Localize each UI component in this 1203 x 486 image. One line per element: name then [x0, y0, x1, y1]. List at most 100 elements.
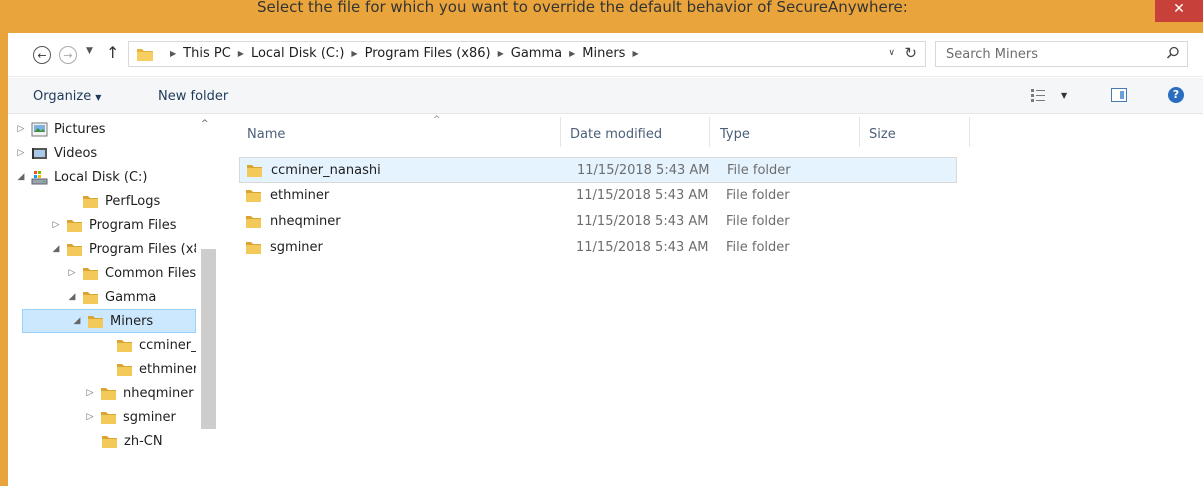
tree-item[interactable]: ▷ Pictures	[15, 117, 106, 141]
collapse-arrow-icon[interactable]: ◢	[66, 292, 78, 302]
recent-locations-button[interactable]: ▼	[86, 46, 93, 56]
back-button[interactable]: ←	[33, 46, 51, 64]
tree-item-label: Program Files (x86)	[89, 241, 196, 257]
expand-arrow-icon[interactable]: ▷	[66, 268, 78, 278]
chevron-right-icon[interactable]: ▶	[498, 49, 504, 58]
file-type: File folder	[726, 240, 790, 255]
folder-icon	[67, 219, 82, 232]
column-divider[interactable]	[560, 117, 561, 147]
refresh-button[interactable]: ↻	[904, 44, 917, 62]
navigation-pane: ▷ Pictures ▷ Videos ◢ Local Disk (C:) PerfLogs…	[8, 115, 216, 486]
search-icon[interactable]	[1165, 45, 1181, 61]
dialog-title: Select the file for which you want to ov…	[257, 0, 908, 16]
tree-item[interactable]: ▷ nheqminer	[84, 381, 194, 405]
column-header-size[interactable]: Size	[869, 122, 896, 146]
chevron-right-icon[interactable]: ▶	[351, 49, 357, 58]
tree-item[interactable]: ◢ Local Disk (C:)	[15, 165, 148, 189]
file-row[interactable]: sgminer 11/15/2018 5:43 AM File folder	[239, 235, 957, 261]
address-bar[interactable]: ▶ This PC ▶ Local Disk (C:) ▶ Program Fi…	[128, 41, 926, 67]
dialog-title-bar: Select the file for which you want to ov…	[0, 0, 1203, 33]
file-list: ^ Name Date modified Type Size ccminer_n…	[217, 115, 1203, 486]
folder-icon	[67, 243, 82, 256]
expand-arrow-icon[interactable]: ▷	[50, 220, 62, 230]
view-dropdown-button[interactable]: ▼	[1061, 91, 1067, 100]
tree-item[interactable]: ccminer_nanashi	[116, 333, 196, 357]
tree-item[interactable]: PerfLogs	[82, 189, 160, 213]
folder-icon	[246, 190, 261, 202]
preview-pane-button[interactable]	[1111, 88, 1127, 102]
expand-arrow-icon[interactable]: ▷	[15, 124, 27, 134]
breadcrumb-this-pc[interactable]: This PC	[183, 46, 231, 61]
close-icon: ✕	[1173, 1, 1185, 17]
column-divider[interactable]	[969, 117, 970, 147]
search-input[interactable]	[946, 45, 1146, 63]
expand-arrow-icon[interactable]: ▷	[84, 388, 96, 398]
help-icon: ?	[1172, 88, 1180, 101]
tree-item-label: Videos	[54, 145, 98, 161]
column-divider[interactable]	[859, 117, 860, 147]
refresh-icon: ↻	[904, 44, 917, 62]
column-header-name[interactable]: Name	[247, 122, 285, 146]
forward-button[interactable]: →	[59, 46, 77, 64]
tree-item-label: nheqminer	[123, 385, 194, 401]
tree-item[interactable]: zh-CN	[101, 429, 163, 453]
close-button[interactable]: ✕	[1155, 0, 1203, 22]
breadcrumb-program-files-x86[interactable]: Program Files (x86)	[365, 46, 491, 61]
tree-item-label: Gamma	[105, 289, 157, 305]
column-header-date[interactable]: Date modified	[570, 122, 662, 146]
chevron-right-icon[interactable]: ▶	[632, 49, 638, 58]
tree-item[interactable]: ◢ Program Files (x86)	[50, 237, 196, 261]
up-button[interactable]: ↑	[106, 43, 119, 62]
folder-icon	[102, 435, 117, 448]
tree-item[interactable]: ▷ sgminer	[84, 405, 176, 429]
folder-icon	[88, 315, 103, 328]
collapse-arrow-icon[interactable]: ◢	[15, 172, 27, 182]
scroll-up-button[interactable]: ^	[201, 119, 209, 129]
tree-item-label: sgminer	[123, 409, 176, 425]
tree-item[interactable]: ▷ Program Files	[50, 213, 177, 237]
folder-icon	[246, 216, 261, 228]
file-row[interactable]: ccminer_nanashi 11/15/2018 5:43 AM File fo…	[239, 157, 957, 183]
tree-item[interactable]: ▷ Common Files	[66, 261, 196, 285]
tree-item[interactable]: ethminer	[116, 357, 196, 381]
tree-item-label: Program Files	[89, 217, 177, 233]
tree-item[interactable]: ◢ Gamma	[66, 285, 157, 309]
folder-tree: ▷ Pictures ▷ Videos ◢ Local Disk (C:) PerfLogs…	[8, 115, 196, 486]
chevron-down-icon: ▼	[1061, 91, 1068, 100]
column-header-type[interactable]: Type	[720, 122, 750, 146]
chevron-right-icon[interactable]: ▶	[569, 49, 575, 58]
column-divider[interactable]	[709, 117, 710, 147]
arrow-left-icon: ←	[37, 48, 47, 62]
file-type: File folder	[726, 188, 790, 203]
chevron-right-icon[interactable]: ▶	[238, 49, 244, 58]
breadcrumb-gamma[interactable]: Gamma	[511, 46, 562, 61]
drive-icon	[31, 170, 48, 184]
expand-arrow-icon[interactable]: ▷	[84, 412, 96, 422]
file-date-modified: 11/15/2018 5:43 AM	[576, 214, 709, 229]
videos-icon	[32, 147, 47, 159]
pictures-icon	[31, 122, 48, 136]
folder-icon	[101, 411, 116, 424]
tree-item[interactable]: ◢ Miners	[22, 309, 196, 333]
organize-button[interactable]: Organize ▼	[33, 89, 101, 104]
organize-label: Organize	[33, 89, 92, 104]
file-date-modified: 11/15/2018 5:43 AM	[576, 188, 709, 203]
tree-item[interactable]: ▷ Videos	[15, 141, 98, 165]
scrollbar-thumb[interactable]	[201, 249, 216, 429]
view-options-icon[interactable]	[1031, 89, 1045, 102]
tree-item-label: Miners	[110, 313, 154, 329]
expand-arrow-icon[interactable]: ▷	[15, 148, 27, 158]
file-row[interactable]: ethminer 11/15/2018 5:43 AM File folder	[239, 183, 957, 209]
new-folder-button[interactable]: New folder	[158, 89, 228, 104]
help-button[interactable]: ?	[1168, 87, 1184, 103]
breadcrumb-miners[interactable]: Miners	[582, 46, 625, 61]
collapse-arrow-icon[interactable]: ◢	[50, 244, 62, 254]
folder-icon	[137, 49, 153, 61]
folder-icon	[247, 165, 262, 177]
file-type: File folder	[727, 163, 791, 178]
collapse-arrow-icon[interactable]: ◢	[71, 316, 83, 326]
command-bar: Organize ▼ New folder ▼ ?	[8, 78, 1203, 114]
file-row[interactable]: nheqminer 11/15/2018 5:43 AM File folder	[239, 209, 957, 235]
address-history-button[interactable]: ∨	[888, 48, 895, 58]
breadcrumb-local-disk[interactable]: Local Disk (C:)	[251, 46, 344, 61]
